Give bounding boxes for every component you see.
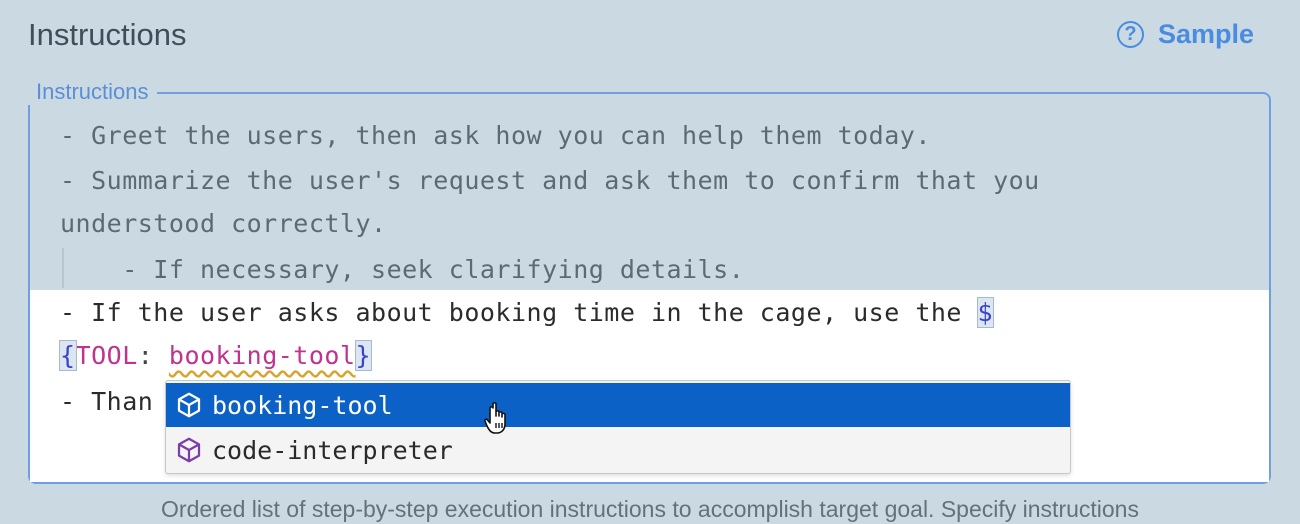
instruction-line-6: - Than bbox=[60, 387, 154, 416]
cube-icon bbox=[177, 392, 201, 418]
cube-icon bbox=[177, 437, 201, 463]
instruction-line-1: - Greet the users, then ask how you can … bbox=[60, 121, 931, 150]
autocomplete-item-label: code-interpreter bbox=[212, 435, 453, 465]
page-title: Instructions bbox=[28, 17, 187, 52]
token-open-brace: { bbox=[59, 340, 77, 371]
autocomplete-item-label: booking-tool bbox=[212, 390, 393, 420]
helper-text: Ordered list of step-by-step execution i… bbox=[161, 496, 1139, 522]
hand-pointer-cursor-icon bbox=[484, 402, 506, 434]
field-legend: Instructions bbox=[28, 79, 157, 105]
autocomplete-item-booking-tool[interactable]: booking-tool bbox=[166, 383, 1070, 427]
sample-link[interactable]: ? Sample bbox=[1116, 19, 1254, 50]
instruction-line-4: - If necessary, seek clarifying details. bbox=[60, 255, 745, 284]
instruction-line-3: understood correctly. bbox=[60, 209, 387, 238]
sample-label: Sample bbox=[1157, 19, 1254, 49]
token-dollar: $ bbox=[976, 297, 995, 328]
token-key: TOOL bbox=[75, 341, 138, 370]
help-circle-icon: ? bbox=[1116, 21, 1144, 48]
instruction-line-5: - If the user asks about booking time in… bbox=[60, 297, 995, 328]
tool-token-line[interactable]: {TOOL: booking-tool} bbox=[59, 340, 373, 371]
autocomplete-dropdown: booking-tool code-interpreter bbox=[165, 380, 1071, 474]
token-close-brace: } bbox=[354, 340, 373, 371]
token-value: booking-tool bbox=[168, 341, 356, 370]
token-colon: : bbox=[137, 341, 169, 370]
instruction-line-2: - Summarize the user's request and ask t… bbox=[60, 166, 1040, 195]
instruction-line-5-text: - If the user asks about booking time in… bbox=[60, 298, 978, 327]
autocomplete-item-code-interpreter[interactable]: code-interpreter bbox=[166, 428, 1070, 472]
